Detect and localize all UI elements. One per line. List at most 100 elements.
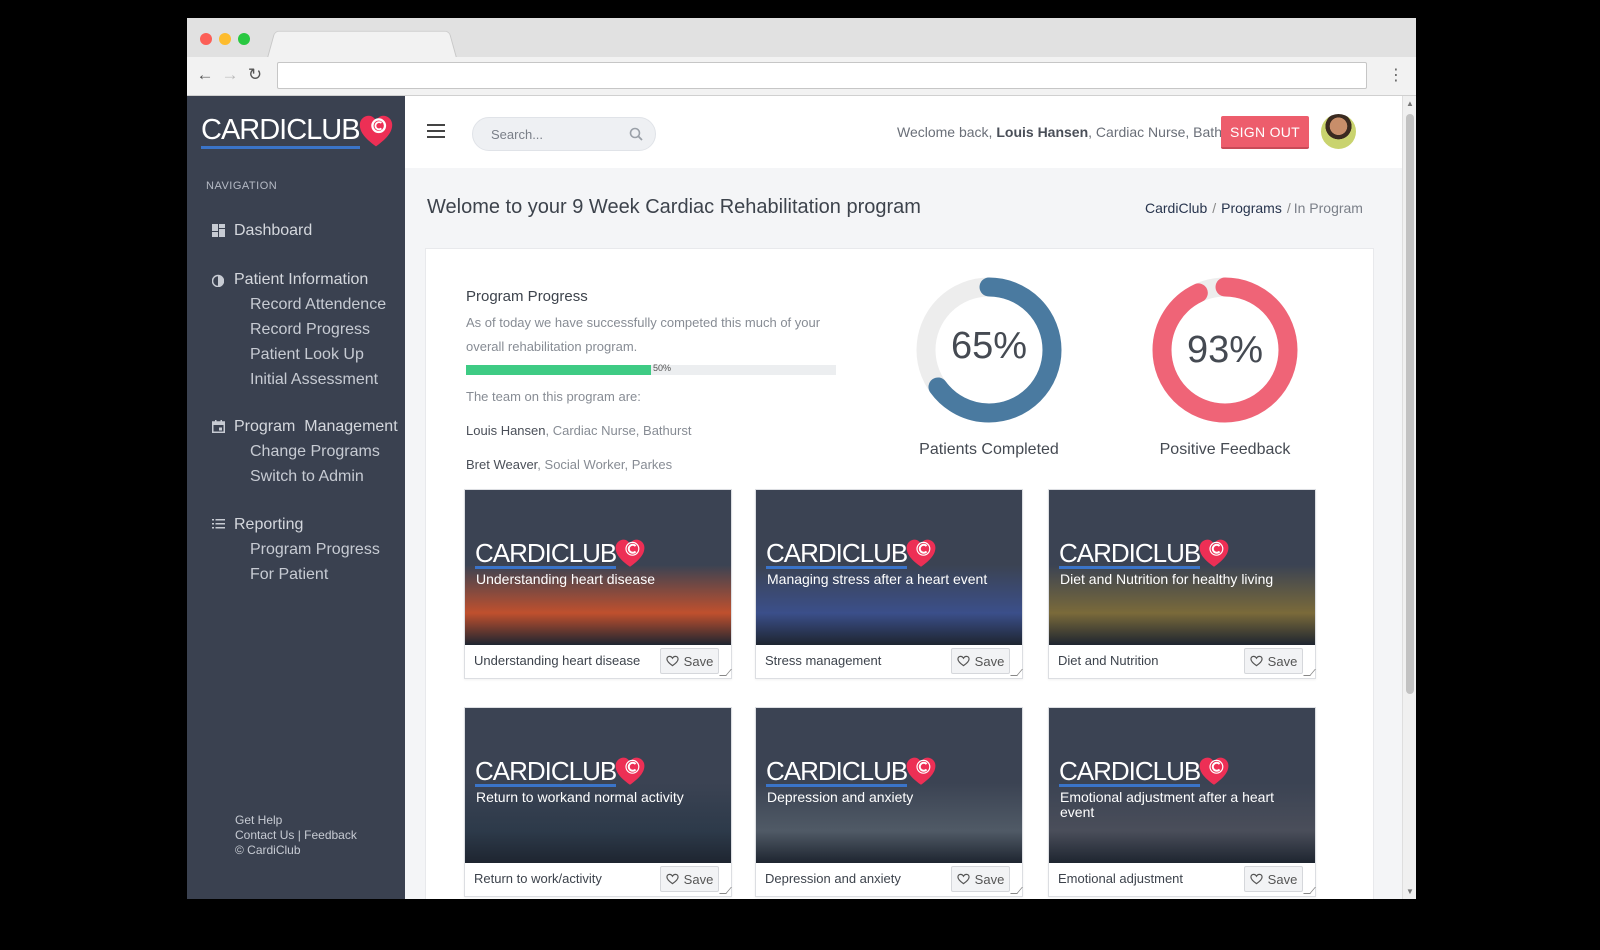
welcome-prefix: Weclome back, — [897, 124, 993, 140]
search-icon[interactable] — [629, 127, 643, 141]
save-label: Save — [1267, 871, 1298, 887]
heart-outline-icon — [956, 873, 970, 885]
scrollbar-thumb[interactable] — [1406, 114, 1414, 694]
tile-brand-name: CARDICLUB — [475, 755, 617, 787]
tile-subtitle: Return to workand normal activity — [476, 789, 684, 805]
donut-value: 93% — [1186, 329, 1264, 371]
sidebar-item-record-attendence[interactable]: Record Attendence — [211, 292, 401, 317]
tile-caption: Depression and anxiety — [765, 871, 901, 886]
donut-label: Patients Completed — [919, 441, 1059, 458]
heart-logo-icon — [359, 115, 392, 147]
save-button[interactable]: Save — [951, 866, 1010, 892]
tile-image[interactable]: CARDICLUB Managing stress after a heart e… — [756, 490, 1022, 645]
save-button[interactable]: Save — [1244, 866, 1303, 892]
program-progress-description: As of today we have successfully compete… — [466, 315, 821, 354]
heart-outline-icon — [1249, 655, 1263, 667]
sidebar-item-patient-information[interactable]: Patient Information — [211, 267, 401, 292]
save-button[interactable]: Save — [1244, 648, 1303, 674]
team-title: The team on this program are: — [466, 389, 641, 404]
contact-feedback-link[interactable]: Contact Us | Feedback — [235, 828, 357, 843]
save-label: Save — [683, 653, 714, 669]
heart-logo-icon — [615, 757, 645, 785]
sign-out-button[interactable]: SIGN OUT — [1221, 116, 1309, 149]
tile-brand-name: CARDICLUB — [766, 537, 908, 569]
tile-image[interactable]: CARDICLUB Understanding heart disease — [465, 490, 731, 645]
tile-brand-name: CARDICLUB — [1059, 755, 1201, 787]
minimize-window-button[interactable] — [219, 33, 231, 45]
sidebar-item-dashboard[interactable]: Dashboard — [211, 218, 401, 243]
heart-outline-icon — [956, 655, 970, 667]
forward-arrow-icon[interactable]: → — [220, 65, 240, 85]
resize-handle-icon — [1303, 669, 1316, 676]
save-button[interactable]: Save — [660, 866, 719, 892]
tile-image[interactable]: CARDICLUB Return to workand normal activi… — [465, 708, 731, 863]
tile-image[interactable]: CARDICLUB Diet and Nutrition for healthy … — [1049, 490, 1315, 645]
tile-brand-logo: CARDICLUB — [1059, 538, 1230, 570]
resource-tile[interactable]: CARDICLUB Managing stress after a heart e… — [755, 489, 1023, 679]
sidebar-item-reporting[interactable]: Reporting — [211, 512, 401, 537]
save-button[interactable]: Save — [951, 648, 1010, 674]
heart-logo-icon — [906, 757, 936, 785]
resize-handle-icon — [1010, 669, 1023, 676]
breadcrumb-cardiclub[interactable]: CardiClub — [1145, 200, 1207, 216]
sidebar: CARDICLUB NAVIGATION Dashboard Patient I… — [187, 96, 405, 899]
page-scrollbar[interactable]: ▲ ▼ — [1402, 96, 1416, 899]
search-input[interactable] — [491, 118, 621, 150]
tile-caption: Stress management — [765, 653, 882, 668]
list-icon — [211, 518, 225, 532]
navigation-heading: NAVIGATION — [206, 180, 278, 192]
browser-tab[interactable] — [267, 30, 457, 58]
sidebar-item-program-management[interactable]: Program Management — [211, 414, 401, 439]
scroll-up-icon[interactable]: ▲ — [1406, 99, 1414, 108]
maximize-window-button[interactable] — [238, 33, 250, 45]
close-window-button[interactable] — [200, 33, 212, 45]
sidebar-item-switch-to-admin[interactable]: Switch to Admin — [211, 464, 401, 489]
hamburger-menu-icon[interactable] — [427, 124, 445, 138]
get-help-link[interactable]: Get Help — [235, 813, 357, 828]
sidebar-item-program-progress[interactable]: Program Progress — [211, 537, 401, 562]
tile-brand-name: CARDICLUB — [1059, 537, 1201, 569]
resource-tile[interactable]: CARDICLUB Understanding heart disease Unde… — [464, 489, 732, 679]
tile-caption: Diet and Nutrition — [1058, 653, 1159, 668]
browser-tabbar — [187, 18, 1416, 58]
calendar-icon — [211, 419, 225, 434]
sidebar-group-program-management: Program Management Change Programs Switc… — [211, 414, 401, 489]
tile-brand-logo: CARDICLUB — [766, 756, 937, 788]
reload-icon[interactable]: ↻ — [245, 65, 265, 85]
scroll-down-icon[interactable]: ▼ — [1406, 887, 1414, 896]
browser-menu-icon[interactable]: ⋮ — [1388, 65, 1404, 85]
resource-tile[interactable]: CARDICLUB Depression and anxiety Depressio… — [755, 707, 1023, 897]
address-bar[interactable] — [277, 62, 1367, 89]
patients-completed-donut: 65% Patients Completed — [914, 275, 1064, 458]
tile-caption: Return to work/activity — [474, 871, 602, 886]
resource-tile[interactable]: CARDICLUB Diet and Nutrition for healthy … — [1048, 489, 1316, 679]
sidebar-item-record-progress[interactable]: Record Progress — [211, 317, 401, 342]
save-button[interactable]: Save — [660, 648, 719, 674]
save-label: Save — [1267, 653, 1298, 669]
breadcrumb-programs[interactable]: Programs — [1221, 200, 1282, 216]
program-progress-title: Program Progress — [466, 288, 588, 305]
resource-tile[interactable]: CARDICLUB Emotional adjustment after a he… — [1048, 707, 1316, 897]
tile-image[interactable]: CARDICLUB Emotional adjustment after a he… — [1049, 708, 1315, 863]
resize-handle-icon — [719, 887, 732, 894]
resize-handle-icon — [1303, 887, 1316, 894]
brand-logo[interactable]: CARDICLUB — [201, 114, 394, 150]
heart-logo-icon — [1199, 539, 1229, 567]
sidebar-item-initial-assessment[interactable]: Initial Assessment — [211, 367, 401, 392]
heart-logo-icon — [906, 539, 936, 567]
sidebar-item-patient-look-up[interactable]: Patient Look Up — [211, 342, 401, 367]
program-progress-bar: 50% — [466, 363, 836, 375]
user-avatar[interactable] — [1321, 114, 1356, 149]
brand-name: CARDICLUB — [201, 115, 361, 149]
sidebar-item-change-programs[interactable]: Change Programs — [211, 439, 401, 464]
tile-image[interactable]: CARDICLUB Depression and anxiety — [756, 708, 1022, 863]
sidebar-item-for-patient[interactable]: For Patient — [211, 562, 401, 587]
tile-subtitle: Diet and Nutrition for healthy living — [1060, 571, 1274, 587]
resource-tile[interactable]: CARDICLUB Return to workand normal activi… — [464, 707, 732, 897]
window-controls — [200, 33, 250, 45]
back-arrow-icon[interactable]: ← — [195, 65, 215, 85]
tile-subtitle: Understanding heart disease — [476, 571, 656, 587]
tile-brand-name: CARDICLUB — [475, 537, 617, 569]
resize-handle-icon — [1010, 887, 1023, 894]
tile-brand-logo: CARDICLUB — [475, 538, 646, 570]
